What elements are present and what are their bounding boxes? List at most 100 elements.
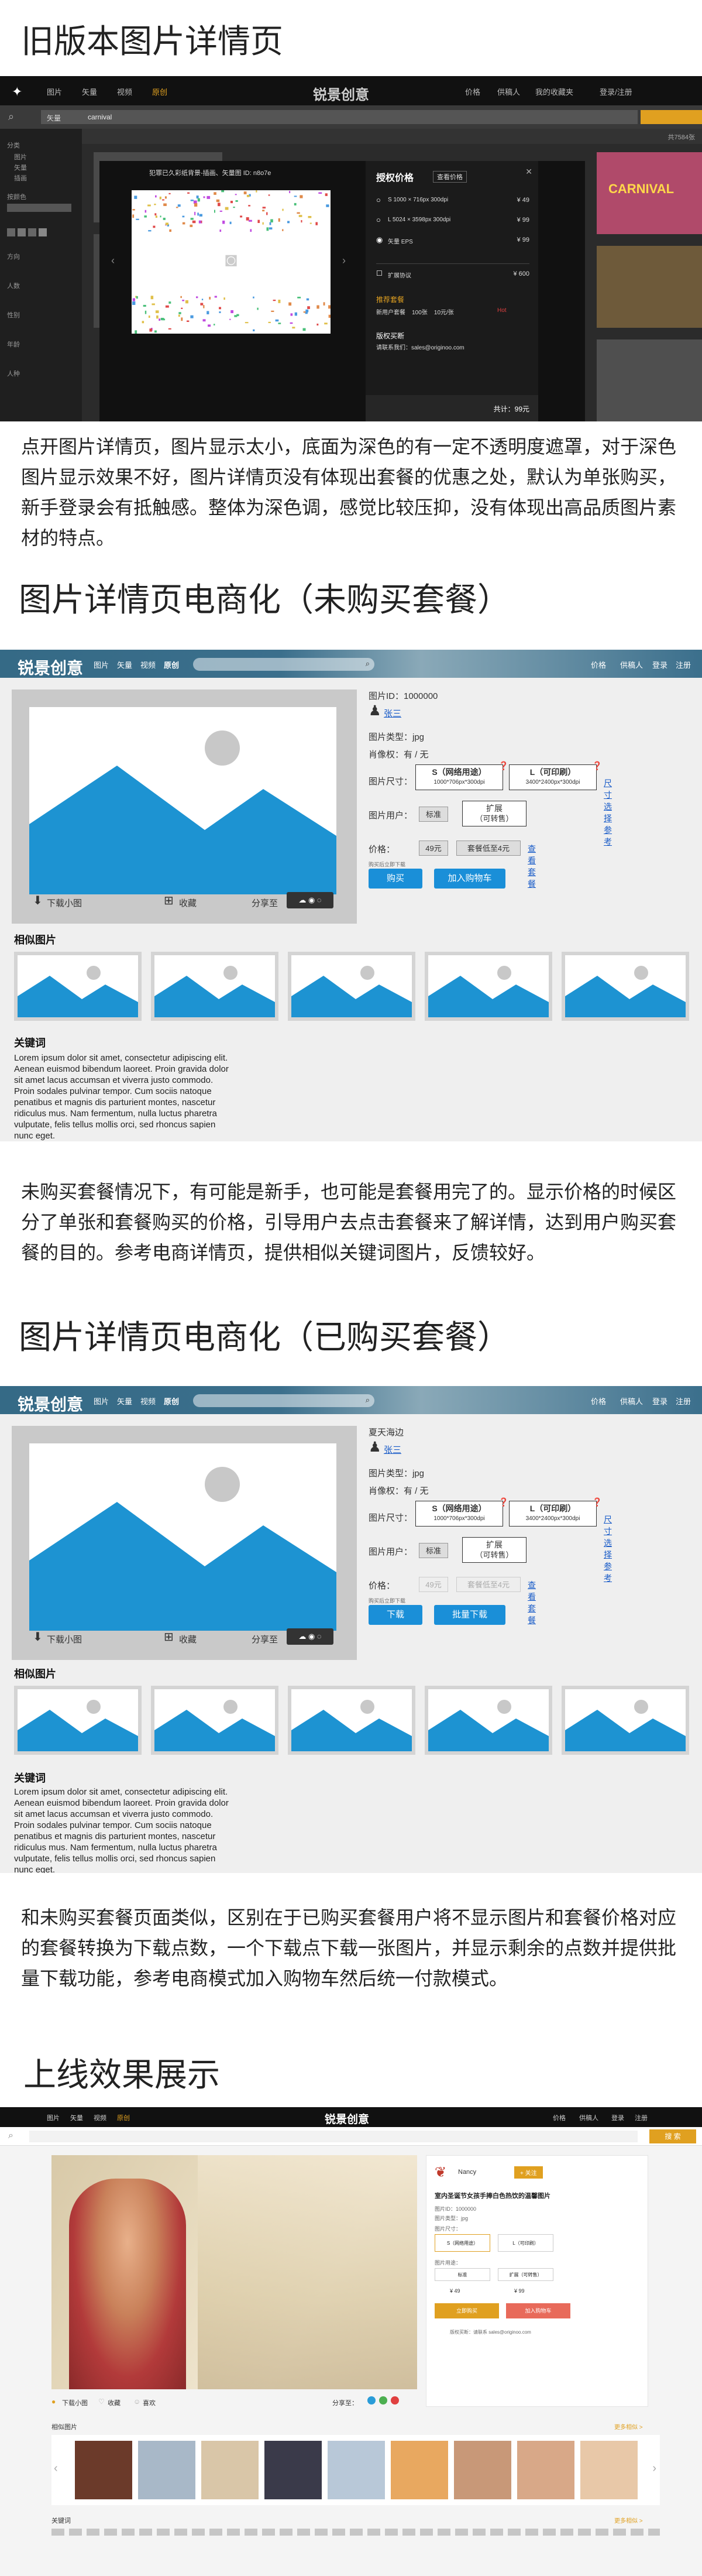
price-option-label[interactable]: L 5024 × 3598px 300dpi [388,217,450,223]
result-tile[interactable] [597,339,702,421]
mock-nav-right[interactable]: 注册 [676,1395,691,1407]
usage-standard[interactable]: 标准 [419,807,448,822]
next-arrow-icon[interactable]: › [652,2462,656,2475]
size-option-s[interactable]: S（网络用途） 1000*706px*300dpi [415,1501,503,1527]
add-to-cart-button[interactable]: 加入购物车 [434,869,505,889]
old-search-category[interactable]: 矢量 [47,113,61,123]
mock-nav-link[interactable]: 图片 [94,1395,109,1407]
similar-thumbnail[interactable] [425,952,552,1021]
old-nav-right[interactable]: 价格 [465,86,480,97]
result-tile[interactable]: CARNIVAL [597,152,702,234]
batch-download-button[interactable]: 批量下载 [434,1605,505,1625]
size-option-l[interactable]: L（可印刷） 3400*2400px*300dpi [509,1501,597,1527]
size-guide-link[interactable]: 尺寸选择参考 [604,777,612,848]
color-swatch[interactable] [39,228,47,236]
color-swatch[interactable] [28,228,36,236]
mock-nav-right[interactable]: 价格 [591,1395,606,1407]
similar-thumbnail[interactable] [151,1686,278,1755]
live-size-s[interactable]: S（网络用途） [435,2234,490,2252]
search-icon[interactable]: ⌕ [8,2131,13,2141]
live-usage-extended[interactable]: 扩展（可转售） [498,2268,553,2281]
live-similar-thumbnail[interactable] [328,2441,385,2499]
price-option-label[interactable]: 矢量 EPS [388,236,413,245]
live-size-l[interactable]: L（可印刷） [498,2234,553,2252]
favorite-button[interactable]: 收藏 [179,897,197,909]
mock-nav-right[interactable]: 供稿人 [620,1395,643,1407]
heart-icon[interactable]: ♡ [98,2397,105,2406]
old-nav-right[interactable]: 我的收藏夹 [535,86,573,97]
search-icon[interactable]: ⌕ [366,659,370,668]
help-icon[interactable]: ❓ [592,1497,602,1507]
live-nav-right[interactable]: 注册 [635,2113,648,2122]
search-icon[interactable]: ⌕ [366,1395,370,1405]
mock-nav-right[interactable]: 登录 [652,1395,667,1407]
similar-thumbnail[interactable] [151,952,278,1021]
checkbox-icon[interactable]: ☐ [376,269,383,277]
buy-button[interactable]: 购买 [369,869,422,889]
live-search-input[interactable] [29,2131,638,2142]
live-similar-thumbnail[interactable] [138,2441,195,2499]
view-packages-link[interactable]: 查看套餐 [528,1579,536,1626]
old-nav-right[interactable]: 供稿人 [497,86,520,97]
filter-option[interactable]: 矢量 [14,163,27,172]
old-nav-right[interactable]: 登录/注册 [600,86,632,97]
mock-nav-right[interactable]: 价格 [591,659,606,670]
live-nav-right[interactable]: 价格 [553,2113,566,2122]
live-similar-thumbnail[interactable] [517,2441,574,2499]
old-nav-link[interactable]: 视频 [117,86,132,97]
old-nav-link[interactable]: 原创 [152,86,167,97]
price-tab[interactable]: 查看价格 [433,171,467,183]
similar-thumbnail[interactable] [562,1686,689,1755]
live-more-link[interactable]: 更多相似 > [614,2422,643,2431]
similar-thumbnail[interactable] [14,1686,142,1755]
live-similar-thumbnail[interactable] [201,2441,259,2499]
color-filter-field[interactable] [7,204,71,212]
view-packages-link[interactable]: 查看套餐 [528,843,536,890]
usage-standard[interactable]: 标准 [419,1543,448,1558]
weibo-icon[interactable] [367,2396,376,2405]
wechat-icon[interactable] [379,2396,387,2405]
prev-arrow-icon[interactable]: ‹ [111,255,115,267]
size-guide-link[interactable]: 尺寸选择参考 [604,1514,612,1584]
size-option-s[interactable]: S（网络用途） 1000*706px*300dpi [415,764,503,790]
preview-image[interactable] [29,707,336,894]
radio-icon[interactable]: ○ [376,215,381,224]
similar-thumbnail[interactable] [425,1686,552,1755]
download-icon[interactable]: ⬇ [33,893,43,908]
similar-thumbnail[interactable] [14,952,142,1021]
similar-thumbnail[interactable] [562,952,689,1021]
live-nav-link[interactable]: 原创 [117,2113,130,2122]
download-small-button[interactable]: 下载小图 [47,1633,82,1645]
result-tile[interactable] [597,246,702,328]
live-similar-thumbnail[interactable] [454,2441,511,2499]
similar-thumbnail[interactable] [288,952,415,1021]
download-icon[interactable]: ⬇ [33,1630,43,1644]
share-icons[interactable]: ☁ ◉ ◌ [287,892,333,908]
ext-license-label[interactable]: 扩展协议 [388,270,411,279]
live-search-button[interactable]: 搜 索 [649,2129,696,2143]
mock-nav-link[interactable]: 矢量 [117,659,132,670]
live-main-photo[interactable] [51,2155,417,2389]
live-similar-thumbnail[interactable] [264,2441,322,2499]
live-keyword-tags[interactable] [51,2529,660,2536]
mock-nav-right[interactable]: 注册 [676,659,691,670]
close-icon[interactable]: ✕ [525,167,532,177]
live-similar-thumbnail[interactable] [75,2441,132,2499]
mock-nav-link[interactable]: 视频 [140,1395,156,1407]
radio-icon[interactable]: ○ [376,195,381,204]
mock-nav-link[interactable]: 视频 [140,659,156,670]
next-arrow-icon[interactable]: › [342,255,346,267]
download-button[interactable]: 下载 [369,1605,422,1625]
package-row[interactable]: 新用户套餐 100张 10元/张 [376,307,454,316]
live-like[interactable]: 喜欢 [143,2398,156,2407]
help-icon[interactable]: ❓ [592,761,602,771]
live-similar-thumbnail[interactable] [580,2441,638,2499]
preview-image[interactable] [29,1443,336,1631]
mock-nav-link[interactable]: 原创 [164,1395,179,1407]
usage-extended[interactable]: 扩展 （可转售） [462,1537,526,1563]
mock-search-input[interactable]: ⌕ [193,1394,374,1407]
help-icon[interactable]: ❓ [498,1497,508,1507]
usage-extended[interactable]: 扩展 （可转售） [462,801,526,826]
live-cart-button[interactable]: 加入购物车 [506,2303,570,2318]
live-nav-right[interactable]: 登录 [611,2113,624,2122]
